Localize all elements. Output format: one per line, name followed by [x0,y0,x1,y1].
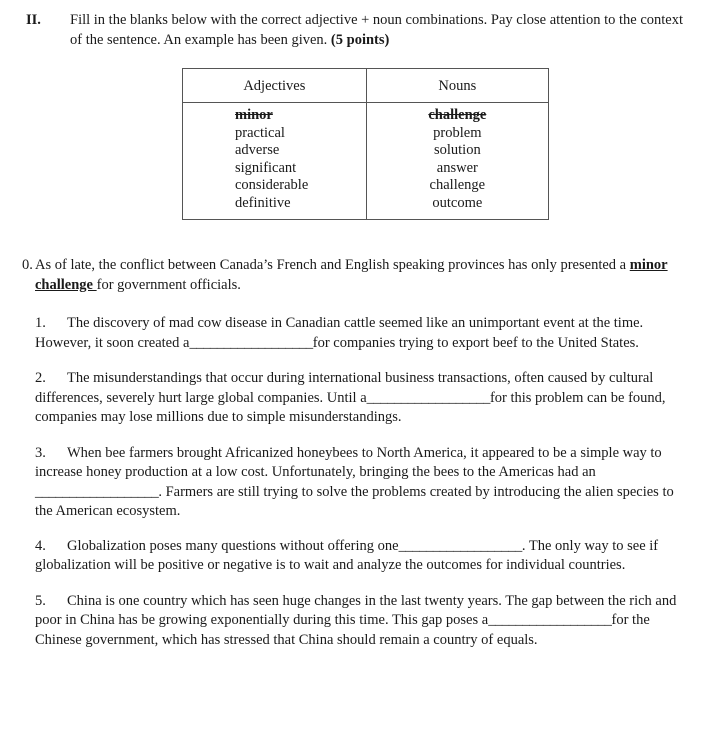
question-text-before: When bee farmers brought Africanized hon… [35,444,662,481]
question-number: 5. [35,592,46,609]
answer-blank[interactable]: __________________ [488,612,612,628]
answer-blank[interactable]: __________________ [189,335,313,351]
list-item: considerable [235,177,309,194]
list-item: practical [235,124,285,141]
nouns-cell: challenge problem solution answer challe… [365,102,550,220]
table-body-row: minor practical adverse significant cons… [182,102,550,220]
table-header-row: Adjectives Nouns [182,68,550,103]
section-instructions: Fill in the blanks below with the correc… [70,10,686,50]
questions-list: 1. The discovery of mad cow disease in Ca… [35,314,695,666]
question-3: 3. When bee farmers brought Africanized h… [35,444,695,522]
list-item: significant [235,159,297,176]
header-nouns: Nouns [365,68,550,103]
example-text-after: for government officials. [96,276,241,293]
answer-blank[interactable]: __________________ [367,390,491,406]
list-item: challenge [428,107,487,123]
question-number: 1. [35,315,46,331]
list-item: minor [235,107,273,123]
list-item: problem [433,124,482,141]
question-5: 5. China is one country which has seen hu… [35,592,695,651]
question-2: 2. The misunderstandings that occur durin… [35,369,695,428]
list-item: outcome [432,194,483,211]
adjectives-list: minor practical adverse significant cons… [183,107,366,213]
answer-blank[interactable]: __________________ [399,538,523,554]
list-item: answer [436,159,478,176]
answer-blank[interactable]: __________________ [35,484,159,500]
question-text-before: Globalization poses many questions witho… [67,537,399,554]
question-number: 2. [35,370,46,386]
question-1: 1. The discovery of mad cow disease in Ca… [35,314,695,353]
section-heading: II. Fill in the blanks below with the co… [26,10,686,50]
worksheet-page: II. Fill in the blanks below with the co… [0,0,720,741]
list-item: adverse [235,142,280,159]
list-item: solution [433,142,481,159]
list-item: definitive [235,194,291,211]
list-item: challenge [429,177,486,194]
example-number: 0. [22,257,33,273]
example-question: 0. As of late, the conflict between Canad… [22,256,717,295]
question-4: 4. Globalization poses many questions wit… [35,537,695,576]
nouns-list: challenge problem solution answer challe… [367,107,548,213]
question-number: 3. [35,444,46,461]
question-number: 4. [35,537,46,554]
word-bank-table: Adjectives Nouns minor practical adverse… [182,68,550,220]
header-adjectives: Adjectives [182,68,367,103]
points-label: (5 points) [330,32,390,48]
adjectives-cell: minor practical adverse significant cons… [182,102,367,220]
example-text-before: As of late, the conflict between Canada’… [35,257,630,273]
question-text-after: for companies trying to export beef to t… [312,334,639,351]
section-numeral: II. [26,12,41,28]
